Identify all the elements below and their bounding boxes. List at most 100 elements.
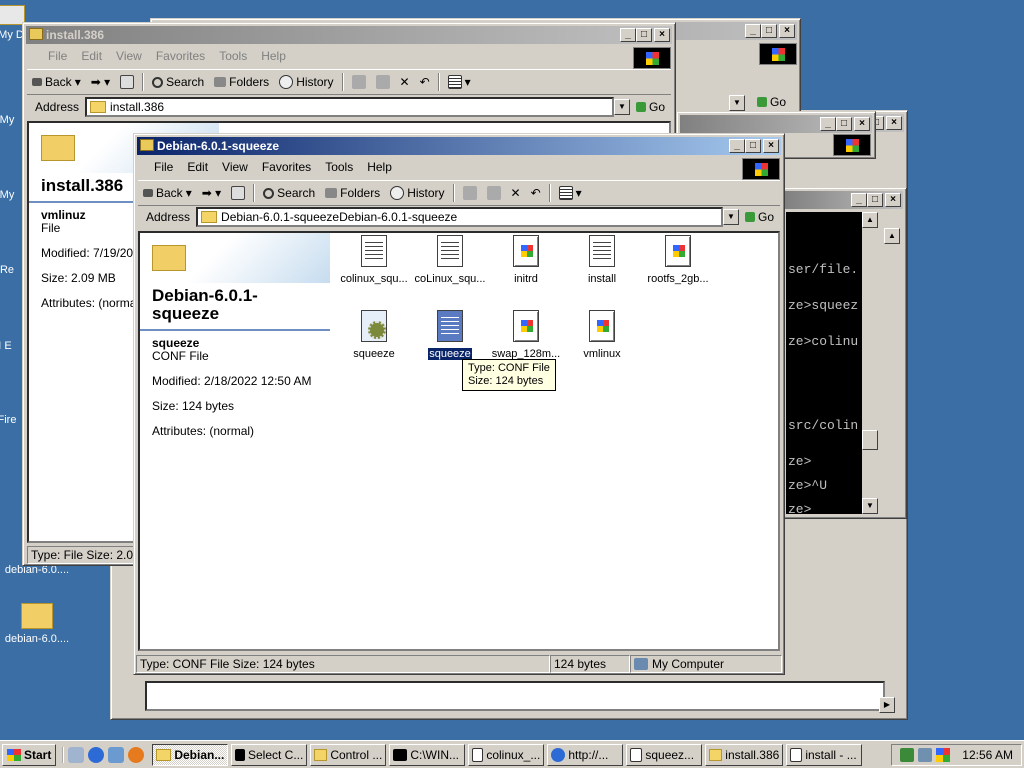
scroll-up-button[interactable]: ▲	[884, 228, 900, 244]
up-button[interactable]	[115, 75, 139, 89]
history-button[interactable]: History	[385, 186, 449, 200]
back-button[interactable]: Back ▾	[27, 75, 86, 89]
scroll-up-button[interactable]: ▲	[862, 212, 878, 228]
internet-explorer-icon[interactable]	[88, 746, 105, 763]
desktop-icon-debian-folder-2[interactable]: debian-6.0....	[0, 603, 74, 645]
menu-edit[interactable]: Edit	[74, 49, 109, 63]
console-output[interactable]: ser/file. ze>squeez ze>colinu src/colin …	[786, 212, 862, 517]
minimize-button[interactable]: _	[820, 117, 836, 131]
file-item[interactable]: swap_128m...	[488, 310, 564, 360]
scroll-down-button[interactable]: ▶	[879, 697, 895, 713]
folders-button[interactable]: Folders	[320, 186, 385, 200]
menu-help[interactable]: Help	[254, 49, 293, 63]
folders-button[interactable]: Folders	[209, 75, 274, 89]
file-item[interactable]: colinux_squ...	[336, 235, 412, 285]
file-item[interactable]: squeeze	[336, 310, 412, 360]
close-button[interactable]: ×	[779, 24, 795, 38]
network-icon[interactable]	[108, 746, 125, 763]
task-cmd[interactable]: C:\WIN...	[389, 743, 466, 766]
address-input[interactable]: install.386	[85, 97, 615, 117]
undo-button[interactable]: ↶	[415, 75, 435, 89]
debian-titlebar[interactable]: Debian-6.0.1-squeeze	[137, 137, 781, 155]
up-button[interactable]	[226, 186, 250, 200]
task-debian[interactable]: Debian...	[152, 743, 229, 766]
copy-to-button[interactable]	[482, 186, 506, 200]
maximize-button[interactable]: □	[636, 28, 652, 42]
network-tray-icon[interactable]	[900, 747, 915, 762]
minimize-button[interactable]: _	[851, 193, 867, 207]
close-button[interactable]: ×	[854, 117, 870, 131]
move-to-button[interactable]	[347, 75, 371, 89]
file-item[interactable]: vmlinux	[564, 310, 640, 360]
menu-edit[interactable]: Edit	[180, 160, 215, 174]
taskbar: Start Debian... Select C... Control ... …	[0, 740, 1024, 768]
menu-favorites[interactable]: Favorites	[149, 49, 212, 63]
address-input[interactable]: Debian-6.0.1-squeezeDebian-6.0.1-squeeze	[196, 207, 724, 227]
search-button[interactable]: Search	[147, 75, 209, 89]
minimize-button[interactable]: _	[729, 139, 745, 153]
task-install386[interactable]: install.386	[705, 743, 784, 766]
menu-view[interactable]: View	[109, 49, 149, 63]
undo-button[interactable]: ↶	[526, 186, 546, 200]
forward-button[interactable]: ➡ ▾	[86, 75, 115, 89]
forward-button[interactable]: ➡ ▾	[197, 186, 226, 200]
console-scrollbar[interactable]: ▲ ▼	[862, 212, 878, 514]
maximize-button[interactable]: □	[745, 139, 761, 153]
menu-tools[interactable]: Tools	[212, 49, 254, 63]
scroll-thumb[interactable]	[862, 430, 878, 450]
history-button[interactable]: History	[274, 75, 338, 89]
menu-file[interactable]: File	[147, 160, 180, 174]
menu-file[interactable]: File	[41, 49, 74, 63]
console-window[interactable]: _ □ × ser/file. ze>squeez ze>colinu src/co…	[781, 187, 907, 519]
maximize-button[interactable]: □	[761, 24, 777, 38]
scroll-down-button[interactable]: ▼	[862, 498, 878, 514]
address-dropdown-button[interactable]: ▼	[614, 99, 630, 115]
menu-view[interactable]: View	[215, 160, 255, 174]
show-desktop-icon[interactable]	[68, 746, 85, 763]
delete-button[interactable]: ✕	[395, 75, 415, 89]
task-select-cmd[interactable]: Select C...	[231, 743, 308, 766]
delete-button[interactable]: ✕	[506, 186, 526, 200]
menu-tools[interactable]: Tools	[318, 160, 360, 174]
maximize-button[interactable]: □	[836, 117, 852, 131]
close-button[interactable]: ×	[763, 139, 779, 153]
task-install[interactable]: install - ...	[786, 743, 863, 766]
go-button[interactable]: Go	[751, 95, 792, 109]
go-button[interactable]: Go	[739, 210, 780, 224]
install386-titlebar[interactable]: install.386	[26, 26, 672, 44]
move-to-button[interactable]	[458, 186, 482, 200]
back-button[interactable]: Back ▾	[138, 186, 197, 200]
file-item-selected[interactable]: squeeze	[412, 310, 488, 363]
task-control-panel[interactable]: Control ...	[310, 743, 387, 766]
task-colinux[interactable]: colinux_...	[468, 743, 545, 766]
search-button[interactable]: Search	[258, 186, 320, 200]
file-item[interactable]: install	[564, 235, 640, 285]
start-button[interactable]: Start	[2, 743, 57, 766]
debian-explorer-window[interactable]: Debian-6.0.1-squeeze _ □ × File Edit View …	[133, 133, 785, 675]
file-item[interactable]: rootfs_2gb...	[640, 235, 716, 285]
menu-favorites[interactable]: Favorites	[255, 160, 318, 174]
maximize-button[interactable]: □	[867, 193, 883, 207]
tray-icon[interactable]	[918, 747, 933, 762]
close-button[interactable]: ×	[885, 193, 901, 207]
task-squeeze[interactable]: squeez...	[626, 743, 703, 766]
minimize-button[interactable]: _	[620, 28, 636, 42]
close-button[interactable]: ×	[886, 116, 902, 130]
windows-tray-icon[interactable]	[936, 747, 951, 762]
menu-help[interactable]: Help	[360, 160, 399, 174]
big-folder-icon	[41, 135, 75, 161]
file-item[interactable]: initrd	[488, 235, 564, 285]
clock[interactable]: 12:56 AM	[962, 748, 1013, 762]
copy-to-button[interactable]	[371, 75, 395, 89]
views-button[interactable]: ▾	[443, 75, 476, 89]
folder-content[interactable]: Debian-6.0.1-squeeze squeeze CONF File M…	[138, 231, 780, 651]
file-item[interactable]: coLinux_squ...	[412, 235, 488, 285]
go-button[interactable]: Go	[630, 100, 671, 114]
task-http[interactable]: http://...	[547, 743, 624, 766]
views-button[interactable]: ▾	[554, 186, 587, 200]
address-dropdown-button[interactable]: ▼	[723, 209, 739, 225]
minimize-button[interactable]: _	[745, 24, 761, 38]
close-button[interactable]: ×	[654, 28, 670, 42]
address-dropdown-button[interactable]: ▼	[729, 95, 745, 111]
firefox-icon[interactable]	[128, 746, 145, 763]
